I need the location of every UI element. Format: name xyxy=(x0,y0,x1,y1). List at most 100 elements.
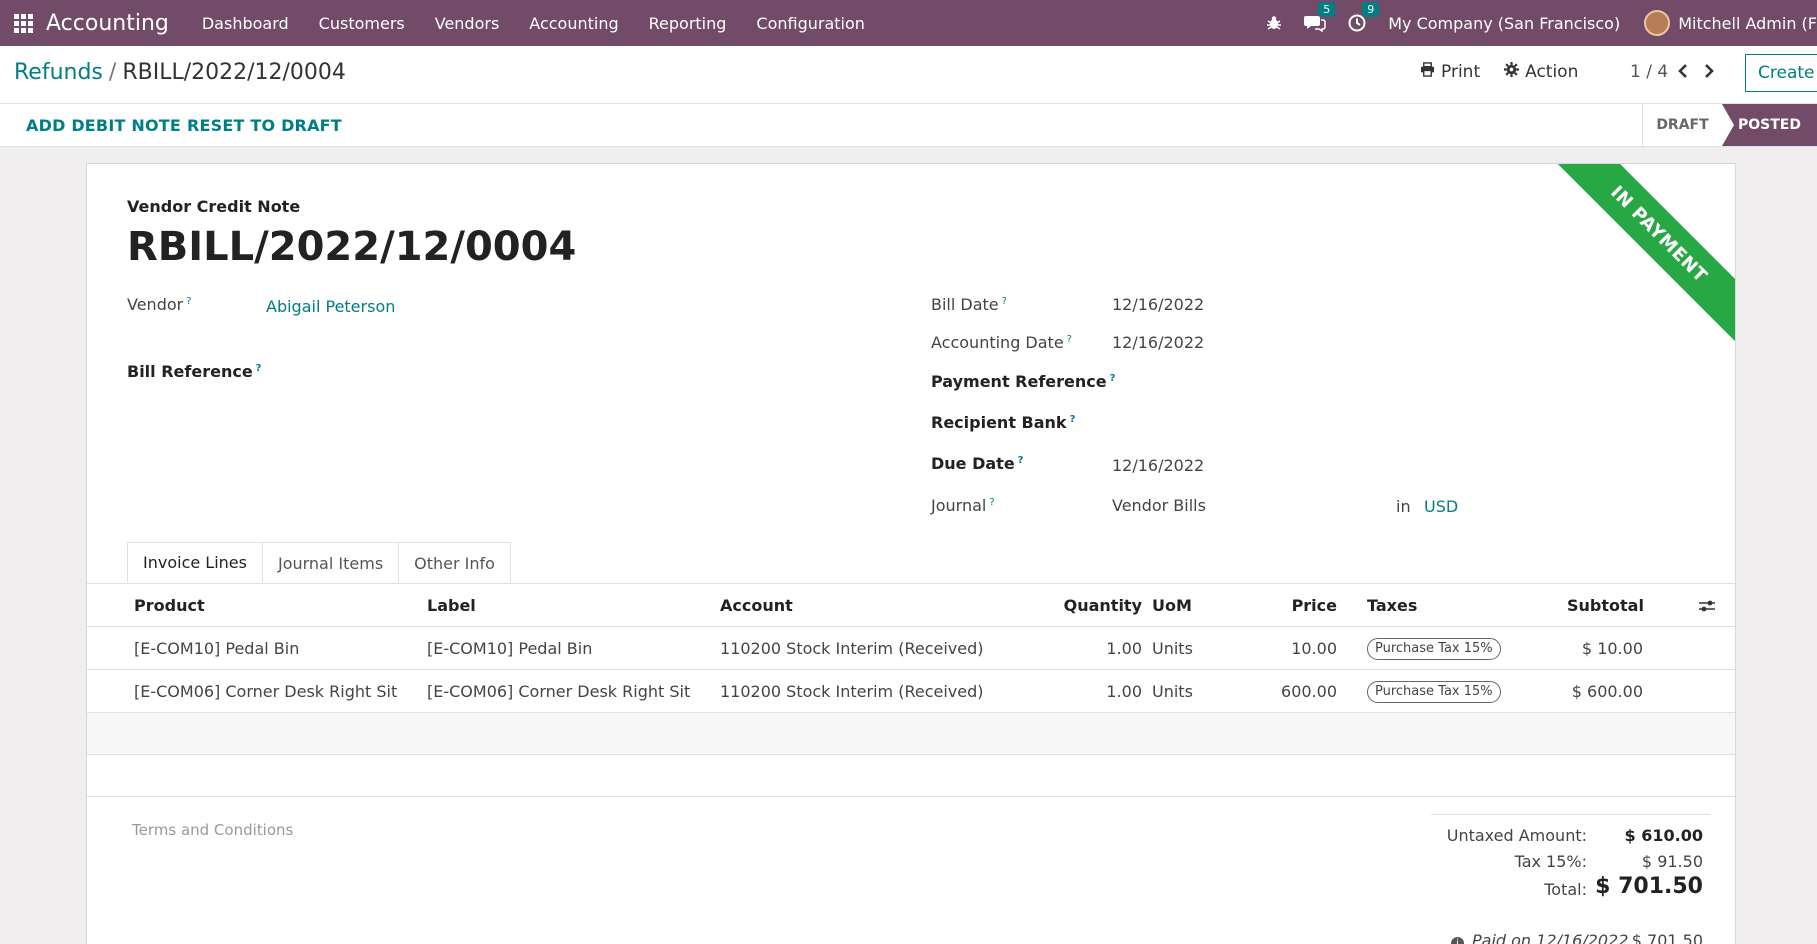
printer-icon xyxy=(1420,62,1435,82)
create-button[interactable]: Create xyxy=(1745,54,1817,92)
menu-dashboard[interactable]: Dashboard xyxy=(187,14,304,33)
untaxed-amount-label: Untaxed Amount: xyxy=(1446,826,1587,845)
messages-icon[interactable]: 5 xyxy=(1304,2,1336,32)
chevron-right-icon[interactable] xyxy=(1703,60,1715,84)
empty-row xyxy=(87,755,1735,797)
optional-columns-icon[interactable] xyxy=(1699,598,1715,617)
pager-value[interactable]: 1 / 4 xyxy=(1630,62,1668,82)
cell-account[interactable]: 110200 Stock Interim (Received) xyxy=(720,639,983,658)
status-bar: ADD DEBIT NOTE RESET TO DRAFT DRAFT POST… xyxy=(0,104,1817,147)
activity-clock-icon[interactable]: 9 xyxy=(1348,2,1380,32)
bill-date-field[interactable]: 12/16/2022 xyxy=(1112,295,1204,314)
bill-date-label: Bill Date? xyxy=(931,295,1007,314)
cell-taxes[interactable]: Purchase Tax 15% xyxy=(1367,637,1501,660)
terms-and-conditions-field[interactable]: Terms and Conditions xyxy=(132,821,293,839)
record-actions: Print Action xyxy=(1420,62,1602,82)
navbar-systray: 5 9 My Company (San Francisco) Mitchell … xyxy=(1266,0,1817,46)
notebook-tabs: Invoice Lines Journal Items Other Info xyxy=(127,542,511,583)
tax-value: $ 91.50 xyxy=(1641,852,1703,871)
header-account[interactable]: Account xyxy=(720,596,793,615)
action-button[interactable]: Action xyxy=(1504,62,1578,82)
help-icon[interactable]: ? xyxy=(989,497,994,508)
cell-uom[interactable]: Units xyxy=(1152,639,1193,658)
form-sheet: IN PAYMENT Vendor Credit Note RBILL/2022… xyxy=(86,163,1736,944)
breadcrumb-current: RBILL/2022/12/0004 xyxy=(122,60,346,85)
cell-quantity[interactable]: 1.00 xyxy=(1047,639,1142,658)
add-debit-note-button[interactable]: ADD DEBIT NOTE xyxy=(26,116,181,135)
header-label[interactable]: Label xyxy=(427,596,476,615)
totals-divider xyxy=(1431,814,1710,815)
cell-taxes[interactable]: Purchase Tax 15% xyxy=(1367,680,1501,703)
cell-subtotal: $ 10.00 xyxy=(1581,639,1643,658)
activity-count-badge: 9 xyxy=(1362,2,1380,17)
cell-price[interactable]: 10.00 xyxy=(1267,639,1337,658)
accounting-date-label: Accounting Date? xyxy=(931,333,1072,352)
print-label: Print xyxy=(1441,62,1481,82)
cell-product[interactable]: [E-COM06] Corner Desk Right Sit xyxy=(134,682,397,701)
menu-customers[interactable]: Customers xyxy=(304,14,420,33)
cell-label[interactable]: [E-COM06] Corner Desk Right Sit xyxy=(427,682,690,701)
menu-reporting[interactable]: Reporting xyxy=(634,14,742,33)
cell-price[interactable]: 600.00 xyxy=(1267,682,1337,701)
user-avatar[interactable] xyxy=(1644,10,1671,36)
breadcrumb: Refunds / RBILL/2022/12/0004 xyxy=(14,60,346,85)
reset-to-draft-button[interactable]: RESET TO DRAFT xyxy=(187,116,342,135)
cell-product[interactable]: [E-COM10] Pedal Bin xyxy=(134,639,299,658)
cell-quantity[interactable]: 1.00 xyxy=(1047,682,1142,701)
currency-field[interactable]: USD xyxy=(1424,497,1458,516)
tab-other-info[interactable]: Other Info xyxy=(399,542,511,583)
main-menu: Dashboard Customers Vendors Accounting R… xyxy=(187,14,880,33)
help-icon[interactable]: ? xyxy=(1018,455,1024,466)
table-row[interactable]: [E-COM06] Corner Desk Right Sit [E-COM06… xyxy=(87,670,1735,713)
tab-journal-items[interactable]: Journal Items xyxy=(262,542,400,583)
menu-accounting[interactable]: Accounting xyxy=(514,14,633,33)
state-posted[interactable]: POSTED xyxy=(1722,104,1817,146)
paid-amount: $ 701.50 xyxy=(1631,931,1703,944)
table-header: Product Label Account Quantity UoM Price… xyxy=(87,584,1735,627)
tab-invoice-lines[interactable]: Invoice Lines xyxy=(127,542,263,583)
document-name: RBILL/2022/12/0004 xyxy=(127,224,577,270)
header-product[interactable]: Product xyxy=(134,596,205,615)
header-uom[interactable]: UoM xyxy=(1152,596,1192,615)
cell-label[interactable]: [E-COM10] Pedal Bin xyxy=(427,639,592,658)
recipient-bank-label: Recipient Bank? xyxy=(931,413,1076,432)
menu-vendors[interactable]: Vendors xyxy=(420,14,515,33)
company-switcher[interactable]: My Company (San Francisco) xyxy=(1388,14,1620,33)
breadcrumb-refunds-link[interactable]: Refunds xyxy=(14,60,103,85)
state-draft[interactable]: DRAFT xyxy=(1642,104,1722,146)
header-taxes[interactable]: Taxes xyxy=(1367,596,1417,615)
top-navbar: Accounting Dashboard Customers Vendors A… xyxy=(0,0,1817,46)
total-value: $ 701.50 xyxy=(1595,874,1703,899)
cell-subtotal: $ 600.00 xyxy=(1571,682,1643,701)
table-row[interactable]: [E-COM10] Pedal Bin [E-COM10] Pedal Bin … xyxy=(87,627,1735,670)
help-icon[interactable]: ? xyxy=(1070,414,1076,425)
apps-menu-icon[interactable] xyxy=(0,0,46,46)
help-icon[interactable]: ? xyxy=(256,363,262,374)
header-price[interactable]: Price xyxy=(1267,596,1337,615)
chevron-left-icon[interactable] xyxy=(1677,60,1689,84)
tax-tag: Purchase Tax 15% xyxy=(1367,681,1501,703)
debug-icon[interactable] xyxy=(1266,15,1282,31)
cell-uom[interactable]: Units xyxy=(1152,682,1193,701)
app-brand[interactable]: Accounting xyxy=(46,11,169,36)
due-date-field[interactable]: 12/16/2022 xyxy=(1112,456,1204,475)
accounting-date-field[interactable]: 12/16/2022 xyxy=(1112,333,1204,352)
help-icon[interactable]: ? xyxy=(186,296,191,307)
menu-configuration[interactable]: Configuration xyxy=(741,14,880,33)
header-subtotal[interactable]: Subtotal xyxy=(1567,596,1644,615)
payment-reference-label: Payment Reference? xyxy=(931,372,1116,391)
help-icon[interactable]: ? xyxy=(1002,296,1007,307)
print-button[interactable]: Print xyxy=(1420,62,1480,82)
journal-field[interactable]: Vendor Bills xyxy=(1112,496,1206,515)
tax-tag: Purchase Tax 15% xyxy=(1367,638,1501,660)
user-menu[interactable]: Mitchell Admin (F xyxy=(1678,14,1817,33)
untaxed-amount-value: $ 610.00 xyxy=(1624,826,1703,845)
document-type: Vendor Credit Note xyxy=(127,197,301,216)
info-icon[interactable]: i xyxy=(1451,937,1464,944)
header-quantity[interactable]: Quantity xyxy=(1047,596,1142,615)
cell-account[interactable]: 110200 Stock Interim (Received) xyxy=(720,682,983,701)
vendor-field[interactable]: Abigail Peterson xyxy=(266,297,395,316)
help-icon[interactable]: ? xyxy=(1067,334,1072,345)
help-icon[interactable]: ? xyxy=(1110,373,1116,384)
breadcrumb-separator: / xyxy=(108,60,117,85)
